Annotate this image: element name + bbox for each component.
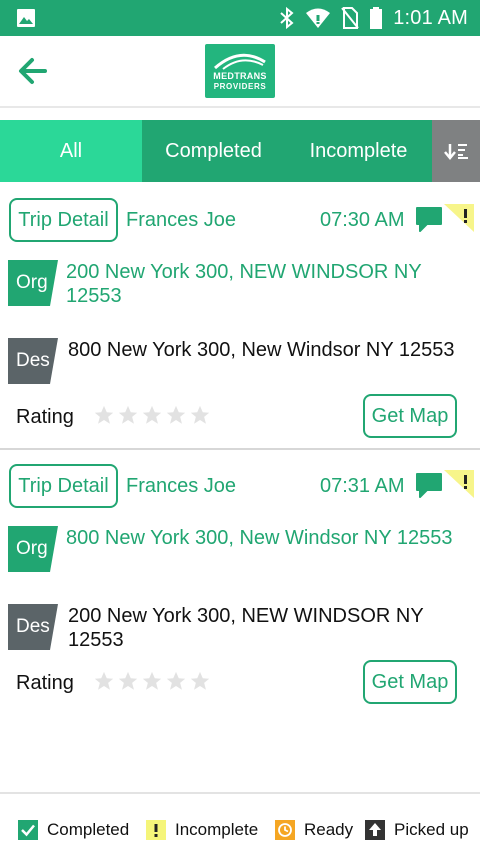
tab-all[interactable]: All [0, 120, 142, 182]
legend-item-picked-up: Picked up [365, 820, 469, 840]
sort-icon [444, 144, 468, 160]
incomplete-flag-icon [444, 470, 474, 498]
rating-stars [93, 404, 211, 426]
exclamation-icon [146, 820, 166, 840]
legend-item-incomplete: Incomplete [146, 820, 258, 840]
destination-address: 800 New York 300, New Windsor NY 12553 [68, 339, 455, 361]
passenger-name: Frances Joe [126, 209, 237, 231]
sort-button[interactable] [432, 120, 480, 182]
origin-tag: Org [8, 526, 58, 572]
app-header: MEDTRANS PROVIDERS [0, 36, 480, 108]
chat-icon[interactable] [414, 204, 444, 234]
star-icon[interactable] [93, 670, 115, 692]
origin-tag: Org [8, 260, 58, 306]
image-icon [17, 9, 35, 27]
star-icon[interactable] [117, 404, 139, 426]
star-icon[interactable] [165, 404, 187, 426]
trip-detail-button[interactable]: Trip Detail [9, 464, 118, 508]
battery-icon [370, 7, 383, 29]
rating-stars [93, 670, 211, 692]
status-time: 1:01 AM [393, 6, 468, 29]
legend-label: Incomplete [175, 820, 259, 839]
chat-icon[interactable] [414, 470, 444, 500]
trip-detail-button[interactable]: Trip Detail [9, 198, 118, 242]
get-map-button[interactable]: Get Map [363, 394, 457, 438]
destination-tag: Des [8, 604, 58, 650]
clock-icon [275, 820, 295, 840]
logo-text-line1: MEDTRANS [213, 71, 267, 81]
logo-text-line2: PROVIDERS [213, 82, 267, 91]
status-bar: 1:01 AM [0, 0, 480, 36]
trip-card: Trip Detail Frances Joe 07:30 AM Org 200… [0, 184, 480, 450]
tab-completed[interactable]: Completed [142, 120, 285, 182]
star-icon[interactable] [165, 670, 187, 692]
legend-item-completed: Completed [18, 820, 129, 840]
passenger-name: Frances Joe [126, 475, 237, 497]
legend-label: Completed [47, 820, 130, 839]
trip-time: 07:30 AM [320, 209, 405, 231]
origin-address: 200 New York 300, NEW WINDSOR NY 12553 [66, 261, 422, 307]
no-sim-icon [341, 7, 359, 29]
star-icon[interactable] [117, 670, 139, 692]
trip-time: 07:31 AM [320, 475, 405, 497]
medtrans-logo: MEDTRANS PROVIDERS [205, 44, 275, 98]
star-icon[interactable] [189, 670, 211, 692]
incomplete-flag-icon [444, 204, 474, 232]
star-icon[interactable] [189, 404, 211, 426]
filter-tabs: All Completed Incomplete [0, 120, 480, 182]
destination-address: 200 New York 300, NEW WINDSOR NY 12553 [68, 605, 424, 651]
legend-item-ready: Ready [275, 820, 353, 840]
rating-label: Rating [16, 672, 74, 694]
legend-label: Ready [304, 820, 354, 839]
star-icon[interactable] [93, 404, 115, 426]
legend-label: Picked up [394, 820, 469, 839]
status-legend: Completed Incomplete Ready Picked up [0, 792, 480, 854]
star-icon[interactable] [141, 404, 163, 426]
tab-incomplete[interactable]: Incomplete [285, 120, 432, 182]
rating-label: Rating [16, 406, 74, 428]
back-arrow-icon[interactable] [16, 54, 50, 88]
logo-arc-icon [214, 53, 266, 70]
wifi-icon [306, 8, 331, 28]
check-icon [18, 820, 38, 840]
destination-tag: Des [8, 338, 58, 384]
get-map-button[interactable]: Get Map [363, 660, 457, 704]
trip-card: Trip Detail Frances Joe 07:31 AM Org 800… [0, 450, 480, 716]
up-arrow-icon [365, 820, 385, 840]
origin-address: 800 New York 300, New Windsor NY 12553 [66, 527, 453, 549]
bluetooth-icon [280, 6, 294, 30]
star-icon[interactable] [141, 670, 163, 692]
